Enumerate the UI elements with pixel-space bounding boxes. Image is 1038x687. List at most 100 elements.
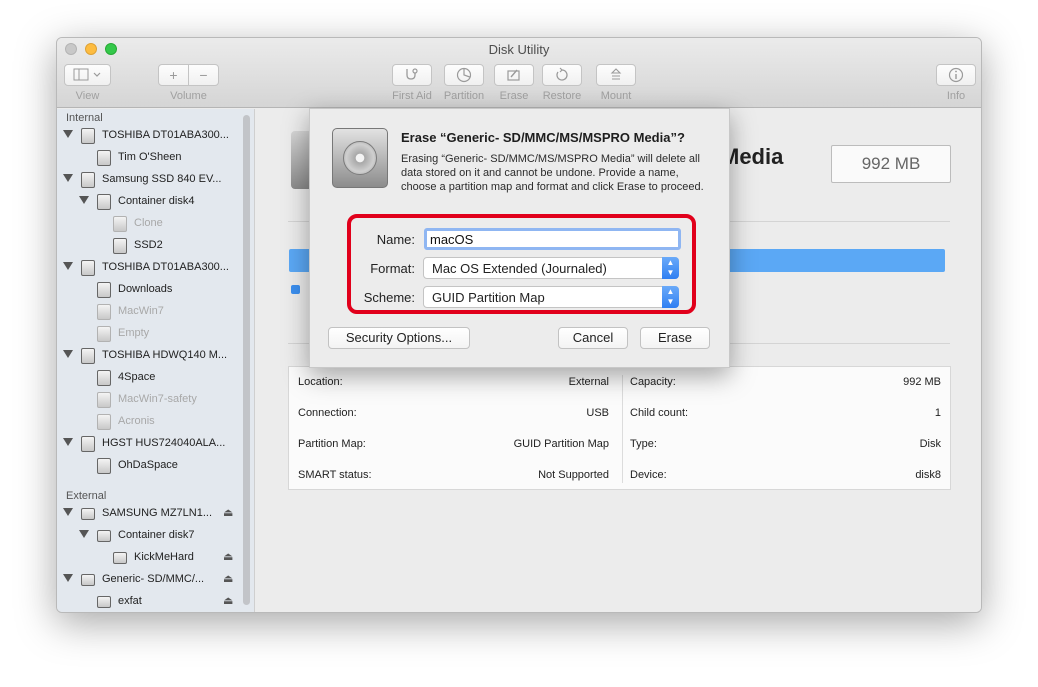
sidebar-item-volume[interactable]: OhDaSpace	[57, 455, 242, 477]
disclosure-triangle-icon[interactable]	[63, 350, 73, 358]
sidebar-item-volume[interactable]: Tim O'Sheen	[57, 147, 242, 169]
disclosure-triangle-icon[interactable]	[79, 530, 89, 538]
info-button[interactable]	[936, 64, 976, 86]
erase-toolbar-button[interactable]	[494, 64, 534, 86]
disclosure-triangle-icon[interactable]	[63, 438, 73, 446]
sidebar-item-volume[interactable]: Clone	[57, 213, 242, 235]
sidebar-toggle-icon	[73, 68, 100, 81]
first-aid-button[interactable]	[392, 64, 432, 86]
eject-icon[interactable]: ⏏	[223, 550, 233, 563]
disclosure-triangle-icon[interactable]	[63, 174, 73, 182]
info-label: Info	[946, 90, 966, 102]
sidebar-item-label: TOSHIBA DT01ABA300...	[102, 129, 229, 141]
pie-chart-icon	[456, 67, 472, 83]
capacity-box: 992 MB	[831, 145, 951, 183]
sidebar-item-volume[interactable]: Downloads	[57, 279, 242, 301]
volume-icon	[113, 216, 127, 232]
sidebar-item-volume[interactable]: Empty	[57, 323, 242, 345]
sidebar-item-volume[interactable]: MacWin7-safety	[57, 389, 242, 411]
chevron-up-down-icon: ▲ ▼	[662, 257, 679, 279]
sidebar-item-disk[interactable]: TOSHIBA DT01ABA300...	[57, 125, 242, 147]
erase-label: Erase	[499, 90, 529, 102]
sidebar-item-label: TOSHIBA DT01ABA300...	[102, 261, 229, 273]
format-select[interactable]: Mac OS Extended (Journaled) ▲ ▼	[423, 257, 679, 279]
sidebar-item-disk[interactable]: Samsung SSD 840 EV...	[57, 169, 242, 191]
view-button[interactable]	[64, 64, 111, 86]
security-options-button[interactable]: Security Options...	[328, 327, 470, 349]
sidebar-item-label: Tim O'Sheen	[118, 151, 182, 163]
sidebar-item-volume[interactable]: 4Space	[57, 367, 242, 389]
sidebar-item-label: OhDaSpace	[118, 459, 178, 471]
disclosure-triangle-icon[interactable]	[79, 196, 89, 204]
hard-disk-icon	[81, 436, 95, 452]
sidebar-item-disk[interactable]: TOSHIBA DT01ABA300...	[57, 257, 242, 279]
sidebar-item-volume[interactable]: exfat ⏏	[57, 591, 242, 612]
sidebar-item-label: MacWin7	[118, 305, 164, 317]
sidebar-item-label: Container disk4	[118, 195, 195, 207]
sidebar-item-label: HGST HUS724040ALA...	[102, 437, 226, 449]
sidebar: Internal TOSHIBA DT01ABA300... Tim O'She…	[57, 109, 255, 612]
add-volume-button[interactable]: +	[158, 64, 189, 86]
info-icon	[948, 67, 964, 83]
dialog-message: Erasing “Generic- SD/MMC/MS/MSPRO Media”…	[401, 153, 704, 193]
hard-disk-icon	[81, 172, 95, 188]
eject-icon[interactable]: ⏏	[223, 594, 233, 607]
restore-label: Restore	[542, 90, 582, 102]
volume-icon	[113, 552, 127, 564]
restore-button[interactable]	[542, 64, 582, 86]
volume-icon	[97, 370, 111, 386]
partition-button[interactable]	[444, 64, 484, 86]
view-label: View	[75, 90, 100, 102]
sidebar-item-disk[interactable]: SAMSUNG MZ7LN1... ⏏	[57, 503, 242, 525]
container-icon	[97, 530, 111, 542]
title-bar: Disk Utility View + − Volume First Aid P…	[57, 38, 981, 108]
disclosure-triangle-icon[interactable]	[63, 130, 73, 138]
hard-disk-icon	[81, 260, 95, 276]
info-row-connection: Connection: USB	[298, 407, 609, 419]
volume-icon	[97, 392, 111, 408]
mount-label: Mount	[600, 90, 632, 102]
legend-swatch	[291, 285, 300, 294]
scheme-select[interactable]: GUID Partition Map ▲ ▼	[423, 286, 679, 308]
sidebar-item-volume[interactable]: Acronis	[57, 411, 242, 433]
first-aid-label: First Aid	[392, 90, 432, 102]
name-field[interactable]	[424, 228, 681, 250]
external-disk-icon	[81, 574, 95, 586]
stethoscope-icon	[406, 68, 418, 80]
sidebar-item-label: TOSHIBA HDWQ140 M...	[102, 349, 228, 361]
erase-button[interactable]: Erase	[640, 327, 710, 349]
volume-icon	[97, 596, 111, 608]
info-row-smart-status: SMART status: Not Supported	[298, 469, 609, 481]
cancel-button[interactable]: Cancel	[558, 327, 628, 349]
disclosure-triangle-icon[interactable]	[63, 262, 73, 270]
sidebar-item-volume[interactable]: KickMeHard ⏏	[57, 547, 242, 569]
sidebar-item-disk[interactable]: TOSHIBA HDWQ140 M...	[57, 345, 242, 367]
volume-icon	[113, 238, 127, 254]
sidebar-item-container[interactable]: Container disk4	[57, 191, 242, 213]
sidebar-item-label: SAMSUNG MZ7LN1...	[102, 507, 213, 519]
name-label: Name:	[376, 232, 415, 247]
sidebar-scrollbar[interactable]	[243, 115, 250, 605]
disclosure-triangle-icon[interactable]	[63, 508, 73, 516]
sidebar-item-volume[interactable]: MacWin7	[57, 301, 242, 323]
info-row-capacity: Capacity: 992 MB	[630, 376, 941, 388]
disclosure-triangle-icon[interactable]	[63, 574, 73, 582]
sidebar-item-label: Container disk7	[118, 529, 195, 541]
eject-icon[interactable]: ⏏	[223, 506, 233, 519]
sidebar-section-external: External	[66, 490, 107, 502]
external-disk-icon	[81, 508, 95, 520]
sidebar-item-volume[interactable]: SSD2	[57, 235, 242, 257]
disk-drive-icon	[332, 128, 388, 188]
sidebar-item-label: exfat	[118, 595, 142, 607]
erase-icon	[507, 69, 520, 81]
chevron-up-down-icon: ▲ ▼	[662, 286, 679, 308]
hard-disk-icon	[81, 128, 95, 144]
eject-icon[interactable]: ⏏	[223, 572, 233, 585]
info-table: Location: External Connection: USB Parti…	[288, 366, 951, 490]
mount-button[interactable]	[596, 64, 636, 86]
remove-volume-button[interactable]: −	[188, 64, 219, 86]
sidebar-item-container[interactable]: Container disk7	[57, 525, 242, 547]
sidebar-item-disk[interactable]: HGST HUS724040ALA...	[57, 433, 242, 455]
sidebar-item-label: Acronis	[118, 415, 155, 427]
sidebar-item-disk-selected[interactable]: Generic- SD/MMC/... ⏏	[57, 569, 242, 591]
